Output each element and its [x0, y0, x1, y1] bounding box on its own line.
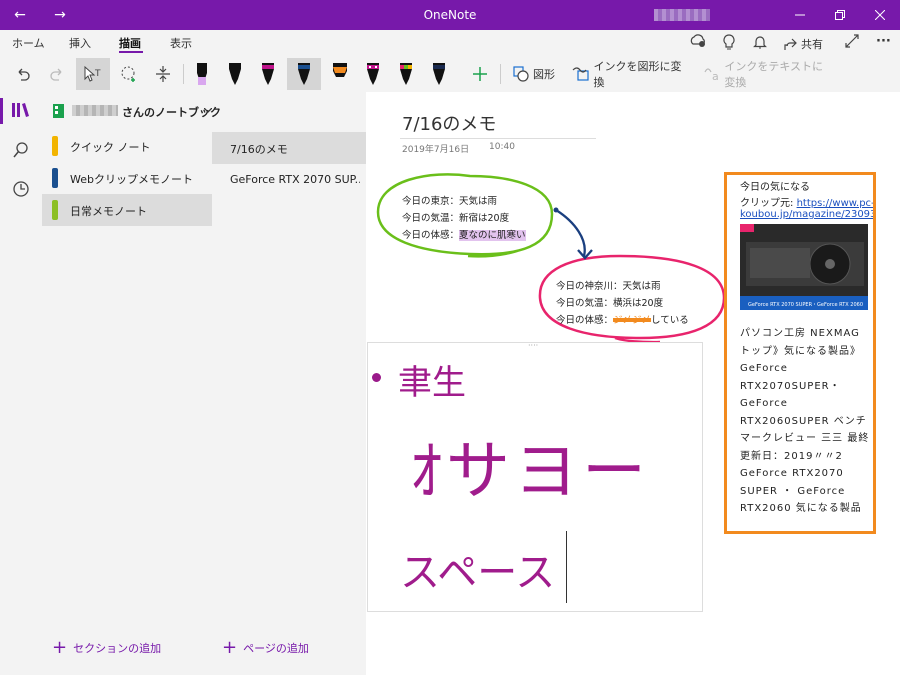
- note1-line3-prefix: 今日の体感：: [402, 230, 460, 241]
- container-grip-handle[interactable]: ····: [528, 341, 538, 350]
- note2-line1[interactable]: 今日の神奈川：天気は雨: [556, 278, 661, 292]
- ink-line-1[interactable]: 聿生: [398, 355, 466, 404]
- note1-line3-highlight: 夏なのに肌寒い: [459, 230, 526, 241]
- clip-title: 今日の気になる: [740, 182, 810, 193]
- text-cursor: [566, 531, 567, 603]
- clip-product-image: GeForce RTX 2070 SUPER・GeForce RTX 2060: [740, 224, 868, 310]
- clip-body-text: パソコン工房 NEXMAG トップ》気になる製品》GeForce RTX2070…: [740, 328, 870, 514]
- note2-line2[interactable]: 今日の気温：横浜は20度: [556, 295, 663, 309]
- note2-line3-strike: ジメジメ: [613, 315, 652, 326]
- note2-line3-prefix: 今日の体感：: [556, 315, 614, 326]
- note1-line3[interactable]: 今日の体感：夏なのに肌寒い: [402, 227, 526, 241]
- note2-line3-suffix: している: [651, 315, 689, 326]
- navy-ink-arrow: [555, 209, 593, 260]
- note1-line1[interactable]: 今日の東京：天気は雨: [402, 193, 497, 207]
- note1-line2[interactable]: 今日の気温：新宿は20度: [402, 210, 509, 224]
- clip-source-prefix: クリップ元:: [740, 198, 797, 209]
- clip-source: クリップ元: https://www.pc-koubou.jp/magazine…: [740, 194, 873, 220]
- clip-image-caption: GeForce RTX 2070 SUPER・GeForce RTX 2060: [748, 302, 863, 308]
- graphics-card-image: GeForce RTX 2070 SUPER・GeForce RTX 2060: [740, 224, 868, 310]
- note2-line3[interactable]: 今日の体感：ジメジメしている: [556, 312, 689, 326]
- web-clip-container[interactable]: 今日の気になる クリップ元: https://www.pc-koubou.jp/…: [724, 172, 876, 534]
- ink-line-3[interactable]: スペース: [400, 540, 555, 598]
- ink-line-2[interactable]: ｵサヨー: [410, 420, 650, 512]
- ink-bullet: [372, 373, 381, 382]
